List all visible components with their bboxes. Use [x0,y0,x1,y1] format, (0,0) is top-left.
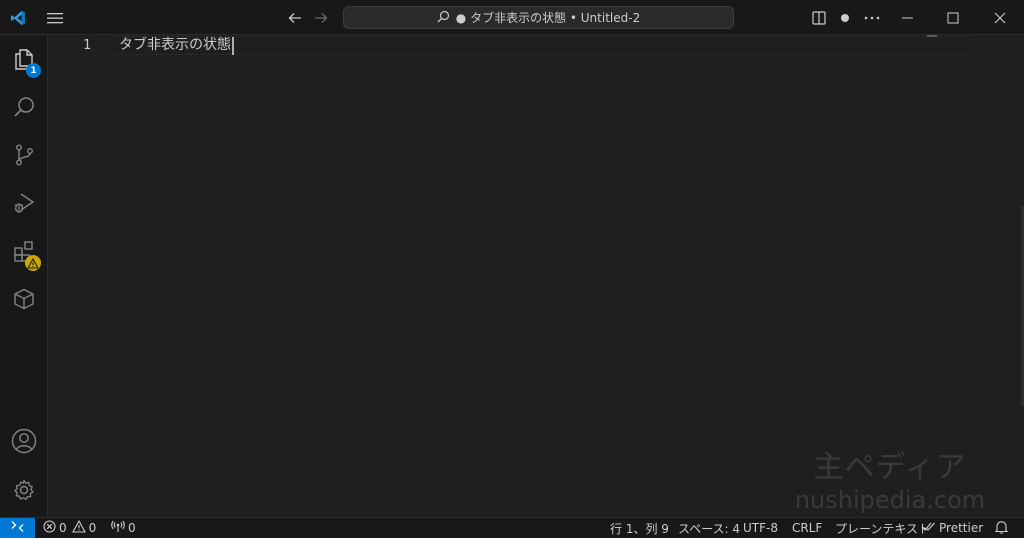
vscode-logo-icon [0,0,35,35]
cursor-position-text: 行 1、列 9 [610,521,669,536]
notifications-button[interactable] [994,518,1009,538]
warning-count: 0 [88,521,97,535]
ports-count: 0 [128,521,136,535]
source-control-icon [12,143,36,171]
minimize-window-icon[interactable] [885,0,930,35]
go-forward-arrow-icon[interactable] [310,0,332,35]
search-icon [437,10,450,26]
unsaved-dot-icon[interactable] [836,0,854,35]
bell-icon [994,520,1009,537]
explorer-badge: 1 [26,63,41,78]
language-mode-status[interactable]: プレーンテキスト [835,518,930,538]
broadcast-icon [111,520,125,536]
editor-area[interactable]: 1 タブ非表示の状態 [49,35,1024,517]
hamburger-menu-icon[interactable] [40,0,70,35]
explorer-button[interactable]: 1 [0,37,48,85]
run-and-debug-button[interactable] [0,181,48,229]
encoding-status[interactable]: UTF-8 [743,518,778,538]
minimap-line [927,35,937,37]
code-line[interactable]: タブ非表示の状態 [119,36,234,55]
toggle-secondary-sidebar-icon[interactable] [808,0,830,35]
language-mode-text: プレーンテキスト [835,521,931,536]
indentation-status[interactable]: スペース: 4 [678,518,740,538]
ports-status[interactable]: 0 [111,518,136,538]
remote-icon [11,520,24,536]
prettier-text: Prettier [939,521,984,535]
search-view-button[interactable] [0,85,48,133]
command-center-title: ● タブ非表示の状態 • Untitled-2 [455,11,641,25]
current-line-highlight [112,36,969,55]
search-icon [12,95,36,123]
double-check-icon [921,521,936,535]
cursor-position-status[interactable]: 行 1、列 9 [610,518,669,538]
command-center-search[interactable]: ● タブ非表示の状態 • Untitled-2 [343,6,734,29]
cube-icon [12,287,36,315]
activity-bar: 1 [0,36,48,517]
error-count: 0 [59,521,67,535]
status-bar: 0 0 0 行 1、列 9 スペース: 4 UTF-8 CRLF プレーンテキス… [0,517,1024,538]
go-back-arrow-icon[interactable] [284,0,306,35]
remote-indicator-button[interactable] [0,518,35,538]
close-window-icon[interactable] [976,0,1024,35]
maximize-window-icon[interactable] [930,0,976,35]
line-number: 1 [83,38,91,53]
warning-icon [71,519,86,536]
prettier-status[interactable]: Prettier [921,518,983,538]
account-icon [11,428,37,458]
run-debug-icon [12,191,36,219]
manage-button[interactable] [0,468,48,516]
text-cursor [232,36,234,55]
gear-icon [12,478,36,506]
title-bar: ● タブ非表示の状態 • Untitled-2 [0,0,1024,35]
extensions-button[interactable] [0,229,48,277]
encoding-text: UTF-8 [743,521,778,535]
more-actions-icon[interactable] [860,0,884,35]
code-line-text: タブ非表示の状態 [119,37,231,53]
error-icon [43,520,56,536]
line-ending-status[interactable]: CRLF [792,518,822,538]
indentation-text: スペース: 4 [678,521,741,536]
accounts-button[interactable] [0,419,48,467]
problems-status[interactable]: 0 0 [43,518,96,538]
warning-icon [25,255,41,271]
source-control-button[interactable] [0,133,48,181]
line-ending-text: CRLF [792,521,823,535]
remote-explorer-button[interactable] [0,277,48,325]
